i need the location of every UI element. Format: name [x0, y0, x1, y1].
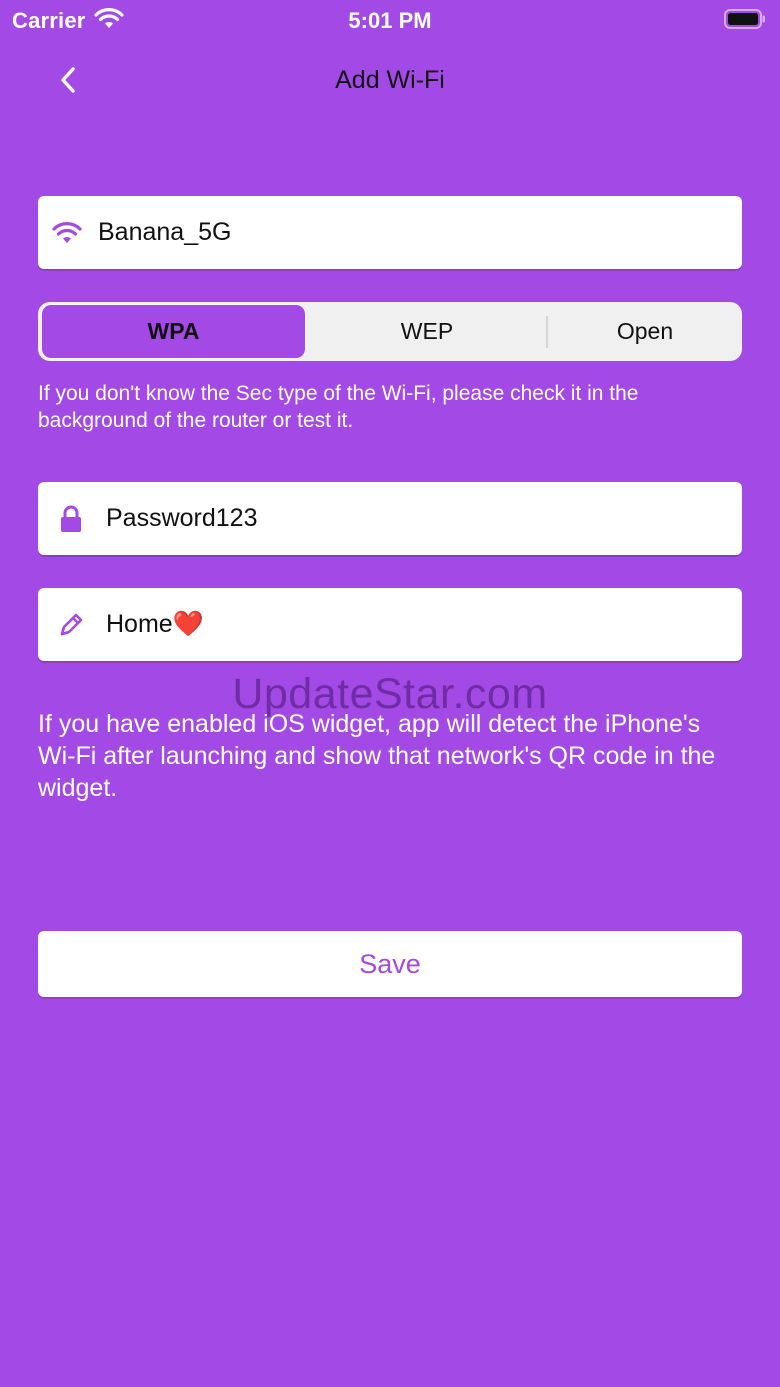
segment-wpa[interactable]: WPA	[42, 305, 305, 358]
navigation-bar: Add Wi-Fi	[0, 44, 780, 120]
lock-icon	[56, 504, 86, 534]
segment-wep[interactable]: WEP	[309, 302, 545, 361]
security-hint-text: If you don't know the Sec type of the Wi…	[38, 382, 639, 432]
page-title: Add Wi-Fi	[335, 66, 445, 94]
password-input[interactable]	[106, 482, 726, 555]
password-field-container	[38, 482, 742, 555]
ssid-field-container	[38, 196, 742, 269]
widget-hint-text: If you have enabled iOS widget, app will…	[38, 710, 716, 802]
status-bar: Carrier 5:01 PM	[0, 0, 780, 44]
battery-icon	[724, 9, 765, 29]
save-button[interactable]: Save	[38, 931, 742, 997]
status-time: 5:01 PM	[348, 8, 432, 33]
pencil-icon	[56, 610, 86, 640]
segment-open[interactable]: Open	[548, 302, 742, 361]
ssid-input[interactable]	[98, 196, 726, 269]
name-input[interactable]	[106, 588, 726, 661]
name-field-container	[38, 588, 742, 661]
security-type-segmented-control: WPA WEP Open	[38, 302, 742, 361]
wifi-icon	[52, 218, 82, 248]
